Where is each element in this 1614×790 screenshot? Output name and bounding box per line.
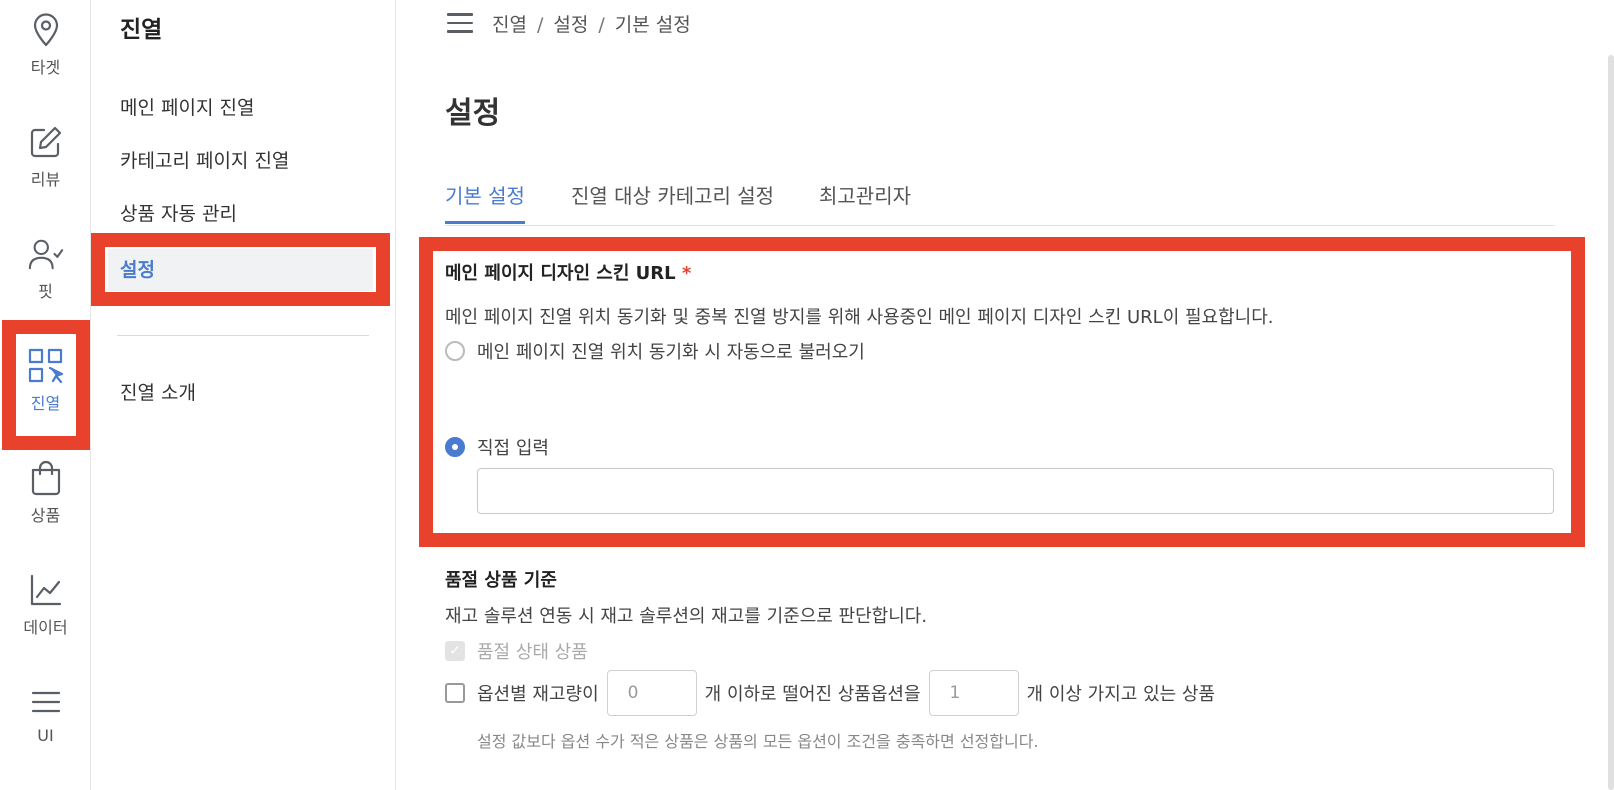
checkbox[interactable] <box>445 683 465 703</box>
rail-item-data[interactable]: 데이터 <box>0 560 91 660</box>
rail-label: 타겟 <box>30 58 61 77</box>
rail-item-ui[interactable]: UI <box>0 672 91 772</box>
subnav-title: 진열 <box>120 17 163 43</box>
hamburger-line <box>447 13 473 16</box>
radio-button-checked[interactable] <box>445 437 465 457</box>
menu-icon <box>28 684 64 720</box>
rail-label: 리뷰 <box>30 170 61 189</box>
subnav-item-settings-label[interactable]: 설정 <box>120 255 155 282</box>
menu-toggle-button[interactable] <box>447 13 473 33</box>
soldout-label: 품절 상품 기준 <box>445 570 557 591</box>
tab-basic-settings[interactable]: 기본 설정 <box>445 180 525 224</box>
page-title: 설정 <box>445 96 501 131</box>
subnav-item-main-display[interactable]: 메인 페이지 진열 <box>120 93 254 120</box>
rail-item-fit[interactable]: 핏 <box>0 224 91 324</box>
option-count-input[interactable] <box>928 670 1019 716</box>
breadcrumb-item[interactable]: 진열 <box>492 14 527 36</box>
icon-rail: 타겟 리뷰 핏 진열 상품 데이터 UI <box>0 0 91 790</box>
scrollbar[interactable] <box>1608 55 1614 790</box>
radio-manual-input-label: 직접 입력 <box>477 438 549 459</box>
subnav-item-auto-manage[interactable]: 상품 자동 관리 <box>120 199 237 226</box>
checkbox-soldout-status: ✓ 품절 상태 상품 <box>445 638 588 664</box>
checkbox-disabled-checked: ✓ <box>445 641 465 661</box>
skin-url-label-text: 메인 페이지 디자인 스킨 URL <box>445 263 676 284</box>
tab-category-settings[interactable]: 진열 대상 카테고리 설정 <box>571 180 774 221</box>
subnav-item-category-display[interactable]: 카테고리 페이지 진열 <box>120 146 289 173</box>
subnav-item-intro[interactable]: 진열 소개 <box>120 378 196 405</box>
hamburger-line <box>447 30 473 33</box>
tab-super-admin[interactable]: 최고관리자 <box>819 180 911 221</box>
stock-suffix-label: 개 이상 가지고 있는 상품 <box>1026 684 1216 705</box>
user-check-icon <box>28 236 64 272</box>
subnav-divider <box>117 335 369 336</box>
breadcrumb: 진열 / 설정 / 기본 설정 <box>492 10 691 37</box>
stock-prefix-label: 옵션별 재고량이 <box>477 684 599 705</box>
checkbox-option-stock[interactable]: 옵션별 재고량이 개 이하로 떨어진 상품옵션을 개 이상 가지고 있는 상품 <box>445 670 1215 716</box>
rail-label: UI <box>37 726 54 745</box>
stock-threshold-input[interactable] <box>606 670 697 716</box>
skin-url-input[interactable] <box>477 468 1554 514</box>
soldout-description: 재고 솔루션 연동 시 재고 솔루션의 재고를 기준으로 판단합니다. <box>445 606 928 627</box>
rail-highlight-box <box>2 320 90 450</box>
skin-url-label: 메인 페이지 디자인 스킨 URL * <box>445 259 691 285</box>
line-chart-icon <box>28 572 64 608</box>
sub-navigation: 진열 메인 페이지 진열 카테고리 페이지 진열 상품 자동 관리 설정 진열 … <box>91 0 396 790</box>
rail-label: 핏 <box>38 282 53 301</box>
skin-url-description: 메인 페이지 진열 위치 동기화 및 중복 진열 방지를 위해 사용중인 메인 … <box>445 307 1274 328</box>
radio-auto-load-label: 메인 페이지 진열 위치 동기화 시 자동으로 불러오기 <box>477 342 865 363</box>
breadcrumb-item[interactable]: 설정 <box>553 14 588 36</box>
stock-middle-label: 개 이하로 떨어진 상품옵션을 <box>704 684 921 705</box>
radio-button[interactable] <box>445 341 465 361</box>
breadcrumb-separator: / <box>536 14 544 36</box>
rail-label: 데이터 <box>23 618 68 637</box>
tab-bar: 기본 설정 진열 대상 카테고리 설정 최고관리자 <box>445 180 1555 226</box>
rail-label: 상품 <box>30 506 61 525</box>
breadcrumb-item: 기본 설정 <box>614 14 691 36</box>
hamburger-line <box>447 21 473 24</box>
soldout-hint: 설정 값보다 옵션 수가 적은 상품은 상품의 모든 옵션이 조건을 충족하면 … <box>477 732 1039 751</box>
rail-item-review[interactable]: 리뷰 <box>0 112 91 212</box>
map-pin-icon <box>28 12 64 48</box>
required-mark: * <box>681 263 692 284</box>
rail-item-target[interactable]: 타겟 <box>0 0 91 100</box>
edit-icon <box>28 124 64 160</box>
radio-auto-load[interactable]: 메인 페이지 진열 위치 동기화 시 자동으로 불러오기 <box>445 338 865 364</box>
shopping-bag-icon <box>28 460 64 496</box>
main-content: 진열 / 설정 / 기본 설정 설정 기본 설정 진열 대상 카테고리 설정 최고관리자… <box>397 0 1614 790</box>
rail-item-product[interactable]: 상품 <box>0 448 91 548</box>
breadcrumb-separator: / <box>598 14 605 36</box>
radio-manual-input[interactable]: 직접 입력 <box>445 434 549 460</box>
checkbox-soldout-label: 품절 상태 상품 <box>477 642 588 663</box>
